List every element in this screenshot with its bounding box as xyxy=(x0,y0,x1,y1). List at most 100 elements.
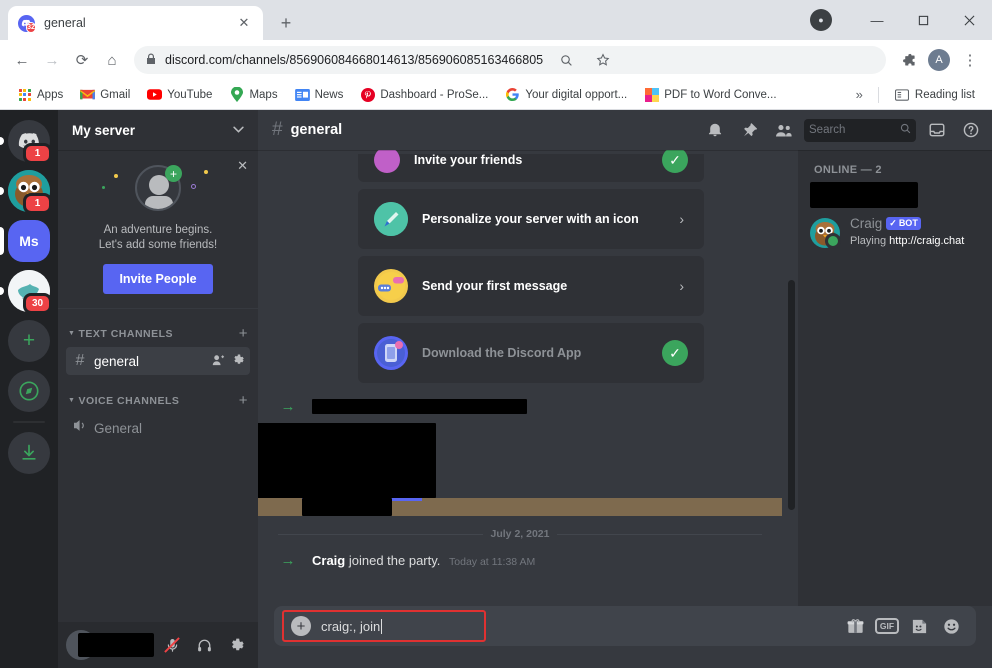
onboarding-card-download-app[interactable]: Download the Discord App ✓ xyxy=(358,323,704,383)
guild-item-globe-server[interactable]: 30 xyxy=(0,270,53,314)
gif-icon[interactable]: GIF xyxy=(874,618,900,634)
tab-title: general xyxy=(44,16,86,30)
reading-list-button[interactable]: Reading list xyxy=(888,84,982,105)
minimize-button[interactable]: — xyxy=(854,0,900,40)
chevron-right-icon[interactable]: › xyxy=(679,211,688,227)
onboarding-card-first-message[interactable]: Send your first message › xyxy=(358,256,704,316)
redacted-content xyxy=(312,399,527,414)
gift-icon[interactable] xyxy=(844,618,866,634)
check-icon: ✓ xyxy=(662,340,688,366)
channel-sidebar: My server ✕ + An adventure begins. Let's… xyxy=(58,110,258,668)
reload-icon[interactable]: ⟳ xyxy=(68,46,96,74)
browser-tab-general[interactable]: 32 general ✕ xyxy=(8,6,263,40)
username-redacted xyxy=(78,633,154,657)
add-text-channel-icon[interactable]: + xyxy=(239,325,248,342)
bookmark-digital-opportunity[interactable]: Your digital opport... xyxy=(498,84,634,105)
scrollbar-thumb[interactable] xyxy=(788,280,795,510)
bookmark-dashboard[interactable]: Dashboard - ProSe... xyxy=(353,84,495,105)
bookmark-youtube[interactable]: YouTube xyxy=(140,84,219,105)
message-scroll-region[interactable]: Invite your friends ✓ Personalize your s… xyxy=(258,150,798,606)
forward-icon[interactable]: → xyxy=(38,46,66,74)
guild-item-ms-server[interactable]: Ms xyxy=(0,220,53,262)
bookmark-pdf-to-word[interactable]: PDF to Word Conve... xyxy=(637,84,783,105)
add-member-icon[interactable] xyxy=(212,354,225,369)
bookmarks-overflow-icon[interactable]: » xyxy=(850,84,869,105)
date-label: July 2, 2021 xyxy=(490,528,550,540)
tab-unread-badge: 32 xyxy=(26,21,36,33)
channel-item-general-text[interactable]: # general xyxy=(66,347,250,375)
owl-avatar-icon[interactable]: 1 xyxy=(8,170,52,214)
attach-plus-icon[interactable]: + xyxy=(291,616,311,636)
star-icon[interactable] xyxy=(589,46,617,74)
emoji-icon[interactable] xyxy=(940,618,962,635)
help-icon[interactable] xyxy=(958,117,984,143)
member-item-craig[interactable]: Craig ✓ BOT Playing http://craig.chat xyxy=(798,214,992,251)
guild-item-owl-server[interactable]: 1 xyxy=(0,170,53,214)
channel-item-general-voice[interactable]: General xyxy=(66,414,250,442)
category-voice-channels[interactable]: ▼ VOICE CHANNELS + xyxy=(58,376,258,413)
channel-header: # general Search xyxy=(258,110,992,150)
bookmark-news[interactable]: News xyxy=(288,84,351,105)
invite-people-button[interactable]: Invite People xyxy=(103,264,213,294)
home-icon[interactable]: ⌂ xyxy=(98,46,126,74)
user-panel xyxy=(58,622,258,668)
system-message-user[interactable]: Craig xyxy=(312,553,345,568)
gear-icon[interactable] xyxy=(232,354,244,369)
back-icon[interactable]: ← xyxy=(8,46,36,74)
maximize-button[interactable] xyxy=(900,0,946,40)
category-text-channels[interactable]: ▼ TEXT CHANNELS + xyxy=(58,309,258,346)
bookmark-maps[interactable]: Maps xyxy=(222,84,284,105)
selected-pill xyxy=(0,227,4,255)
bookmark-gmail[interactable]: Gmail xyxy=(73,84,137,105)
chevron-right-icon[interactable]: › xyxy=(679,278,688,294)
close-icon[interactable]: ✕ xyxy=(235,14,253,32)
card-label: Send your first message xyxy=(422,279,568,293)
server-name: My server xyxy=(72,122,136,138)
window-profile-icon[interactable]: ● xyxy=(810,9,832,31)
search-icon[interactable] xyxy=(552,46,580,74)
new-tab-button[interactable]: + xyxy=(272,9,300,37)
close-window-button[interactable] xyxy=(946,0,992,40)
envelope-icon xyxy=(374,150,400,173)
guild-label[interactable]: Ms xyxy=(8,220,50,262)
onboarding-card-invite[interactable]: Invite your friends ✓ xyxy=(358,150,704,182)
guild-item-download[interactable] xyxy=(5,432,53,474)
server-header[interactable]: My server xyxy=(58,110,258,150)
message-input[interactable]: craig:, join xyxy=(321,618,834,634)
chevron-down-icon[interactable] xyxy=(233,125,244,135)
promo-illustration: + xyxy=(72,160,244,216)
apps-grid-icon xyxy=(17,87,32,102)
headphones-icon[interactable] xyxy=(190,631,218,659)
promo-line-2: Let's add some friends! xyxy=(98,239,218,251)
browser-menu-icon[interactable]: ⋮ xyxy=(956,46,984,74)
composer-inner[interactable]: + craig:, join GIF xyxy=(274,606,976,646)
inbox-icon[interactable] xyxy=(924,117,950,143)
profile-avatar[interactable]: A xyxy=(928,49,950,71)
add-voice-channel-icon[interactable]: + xyxy=(239,392,248,409)
discord-logo-icon[interactable]: 1 xyxy=(8,120,52,164)
globe-avatar-icon[interactable]: 30 xyxy=(8,270,52,314)
guild-item-explore[interactable] xyxy=(5,370,53,412)
pin-icon[interactable] xyxy=(736,117,762,143)
page-title: general xyxy=(290,122,343,138)
gear-icon[interactable] xyxy=(222,631,250,659)
guild-item-discord-home[interactable]: 1 xyxy=(0,120,53,164)
system-message-text: Craig joined the party. Today at 11:38 A… xyxy=(312,553,535,568)
search-input[interactable]: Search xyxy=(804,118,916,142)
onboarding-card-personalize[interactable]: Personalize your server with an icon › xyxy=(358,189,704,249)
compass-icon[interactable] xyxy=(8,370,50,412)
extensions-puzzle-icon[interactable] xyxy=(894,46,922,74)
add-server-icon[interactable]: + xyxy=(8,320,50,362)
guild-item-add-server[interactable]: + xyxy=(5,320,53,362)
bookmark-apps[interactable]: Apps xyxy=(10,84,70,105)
avatar[interactable] xyxy=(810,217,841,249)
lock-icon xyxy=(146,53,156,68)
message-scrollbar[interactable] xyxy=(788,160,795,600)
address-bar[interactable]: discord.com/channels/856906084668014613/… xyxy=(134,46,886,74)
download-icon[interactable] xyxy=(8,432,50,474)
speaker-icon xyxy=(72,419,88,437)
bell-icon[interactable] xyxy=(702,117,728,143)
members-icon[interactable] xyxy=(770,117,796,143)
mic-muted-icon[interactable] xyxy=(158,631,186,659)
sticker-icon[interactable] xyxy=(908,618,930,635)
